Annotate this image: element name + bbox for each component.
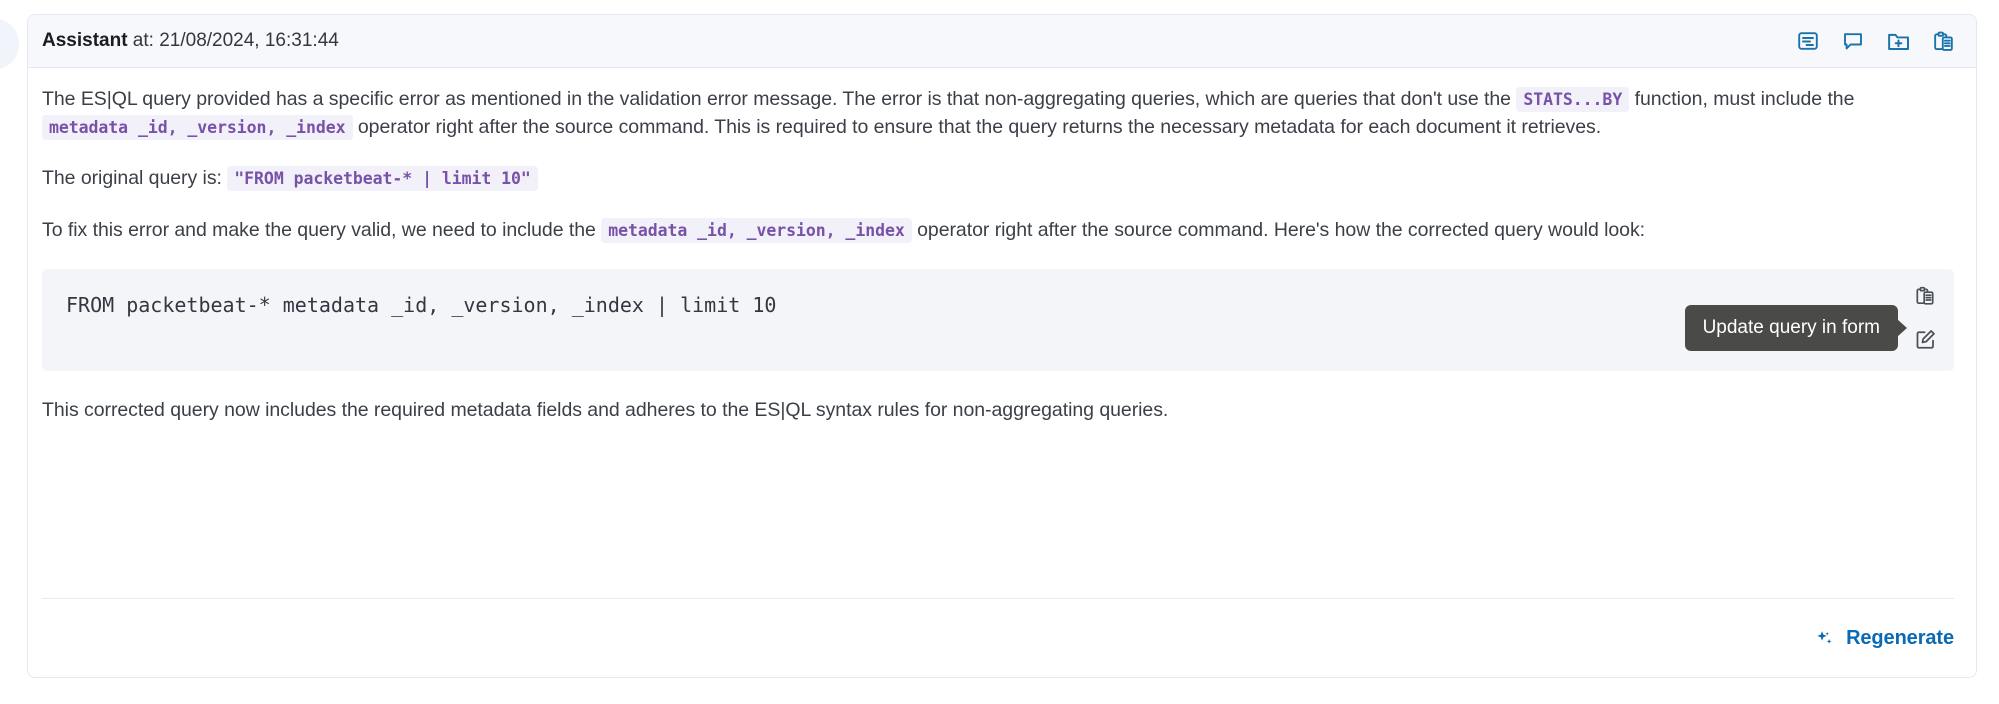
message-actions bbox=[1795, 28, 1956, 54]
assistant-message-card: Assistant at: 21/08/2024, 16:31:44 The E… bbox=[27, 14, 1977, 678]
sparkles-icon bbox=[1814, 628, 1835, 649]
clipboard-copy-icon[interactable] bbox=[1930, 28, 1956, 54]
message-title: Assistant at: 21/08/2024, 16:31:44 bbox=[42, 30, 339, 52]
paragraph-3: To fix this error and make the query val… bbox=[42, 217, 1954, 245]
view-document-icon[interactable] bbox=[1795, 28, 1821, 54]
paragraph-1: The ES|QL query provided has a specific … bbox=[42, 86, 1954, 141]
paragraph-2-text-1: The original query is: bbox=[42, 167, 228, 190]
folder-plus-icon[interactable] bbox=[1885, 28, 1911, 54]
code-block-content: FROM packetbeat-* metadata _id, _version… bbox=[66, 292, 777, 317]
paragraph-3-text-1: To fix this error and make the query val… bbox=[42, 219, 602, 242]
avatar bbox=[0, 18, 19, 70]
message-timestamp: 21/08/2024, 16:31:44 bbox=[159, 30, 339, 51]
update-query-icon[interactable] bbox=[1912, 327, 1938, 353]
message-role: Assistant bbox=[42, 30, 128, 51]
message-footer: Regenerate bbox=[42, 598, 1954, 677]
paragraph-2: The original query is: "FROM packetbeat-… bbox=[42, 165, 1954, 193]
tooltip-update-query: Update query in form bbox=[1684, 304, 1908, 351]
paragraph-4: This corrected query now includes the re… bbox=[42, 397, 1954, 425]
inline-code-metadata-2: metadata _id, _version, _index bbox=[601, 218, 912, 244]
regenerate-button[interactable]: Regenerate bbox=[1814, 627, 1954, 650]
paragraph-3-text-2: operator right after the source command.… bbox=[911, 219, 1646, 242]
paragraph-1-text-1: The ES|QL query provided has a specific … bbox=[42, 88, 1517, 110]
code-block: FROM packetbeat-* metadata _id, _version… bbox=[42, 268, 1954, 371]
inline-code-original-query: "FROM packetbeat-* | limit 10" bbox=[227, 166, 538, 192]
message-header: Assistant at: 21/08/2024, 16:31:44 bbox=[28, 15, 1976, 68]
inline-code-metadata-1: metadata _id, _version, _index bbox=[42, 114, 353, 140]
inline-code-stats-by: STATS...BY bbox=[1516, 87, 1630, 112]
copy-code-icon[interactable] bbox=[1912, 283, 1938, 309]
comment-icon[interactable] bbox=[1840, 28, 1866, 54]
message-timestamp-prefix: at: bbox=[127, 30, 160, 51]
message-body: The ES|QL query provided has a specific … bbox=[28, 68, 1976, 598]
paragraph-1-text-3: operator right after the source command.… bbox=[352, 115, 1602, 138]
paragraph-4-text-1: This corrected query now includes the re… bbox=[42, 398, 1169, 421]
regenerate-label: Regenerate bbox=[1846, 626, 1954, 649]
code-block-actions bbox=[1912, 283, 1938, 353]
paragraph-1-text-2: function, must include the bbox=[1629, 88, 1855, 110]
